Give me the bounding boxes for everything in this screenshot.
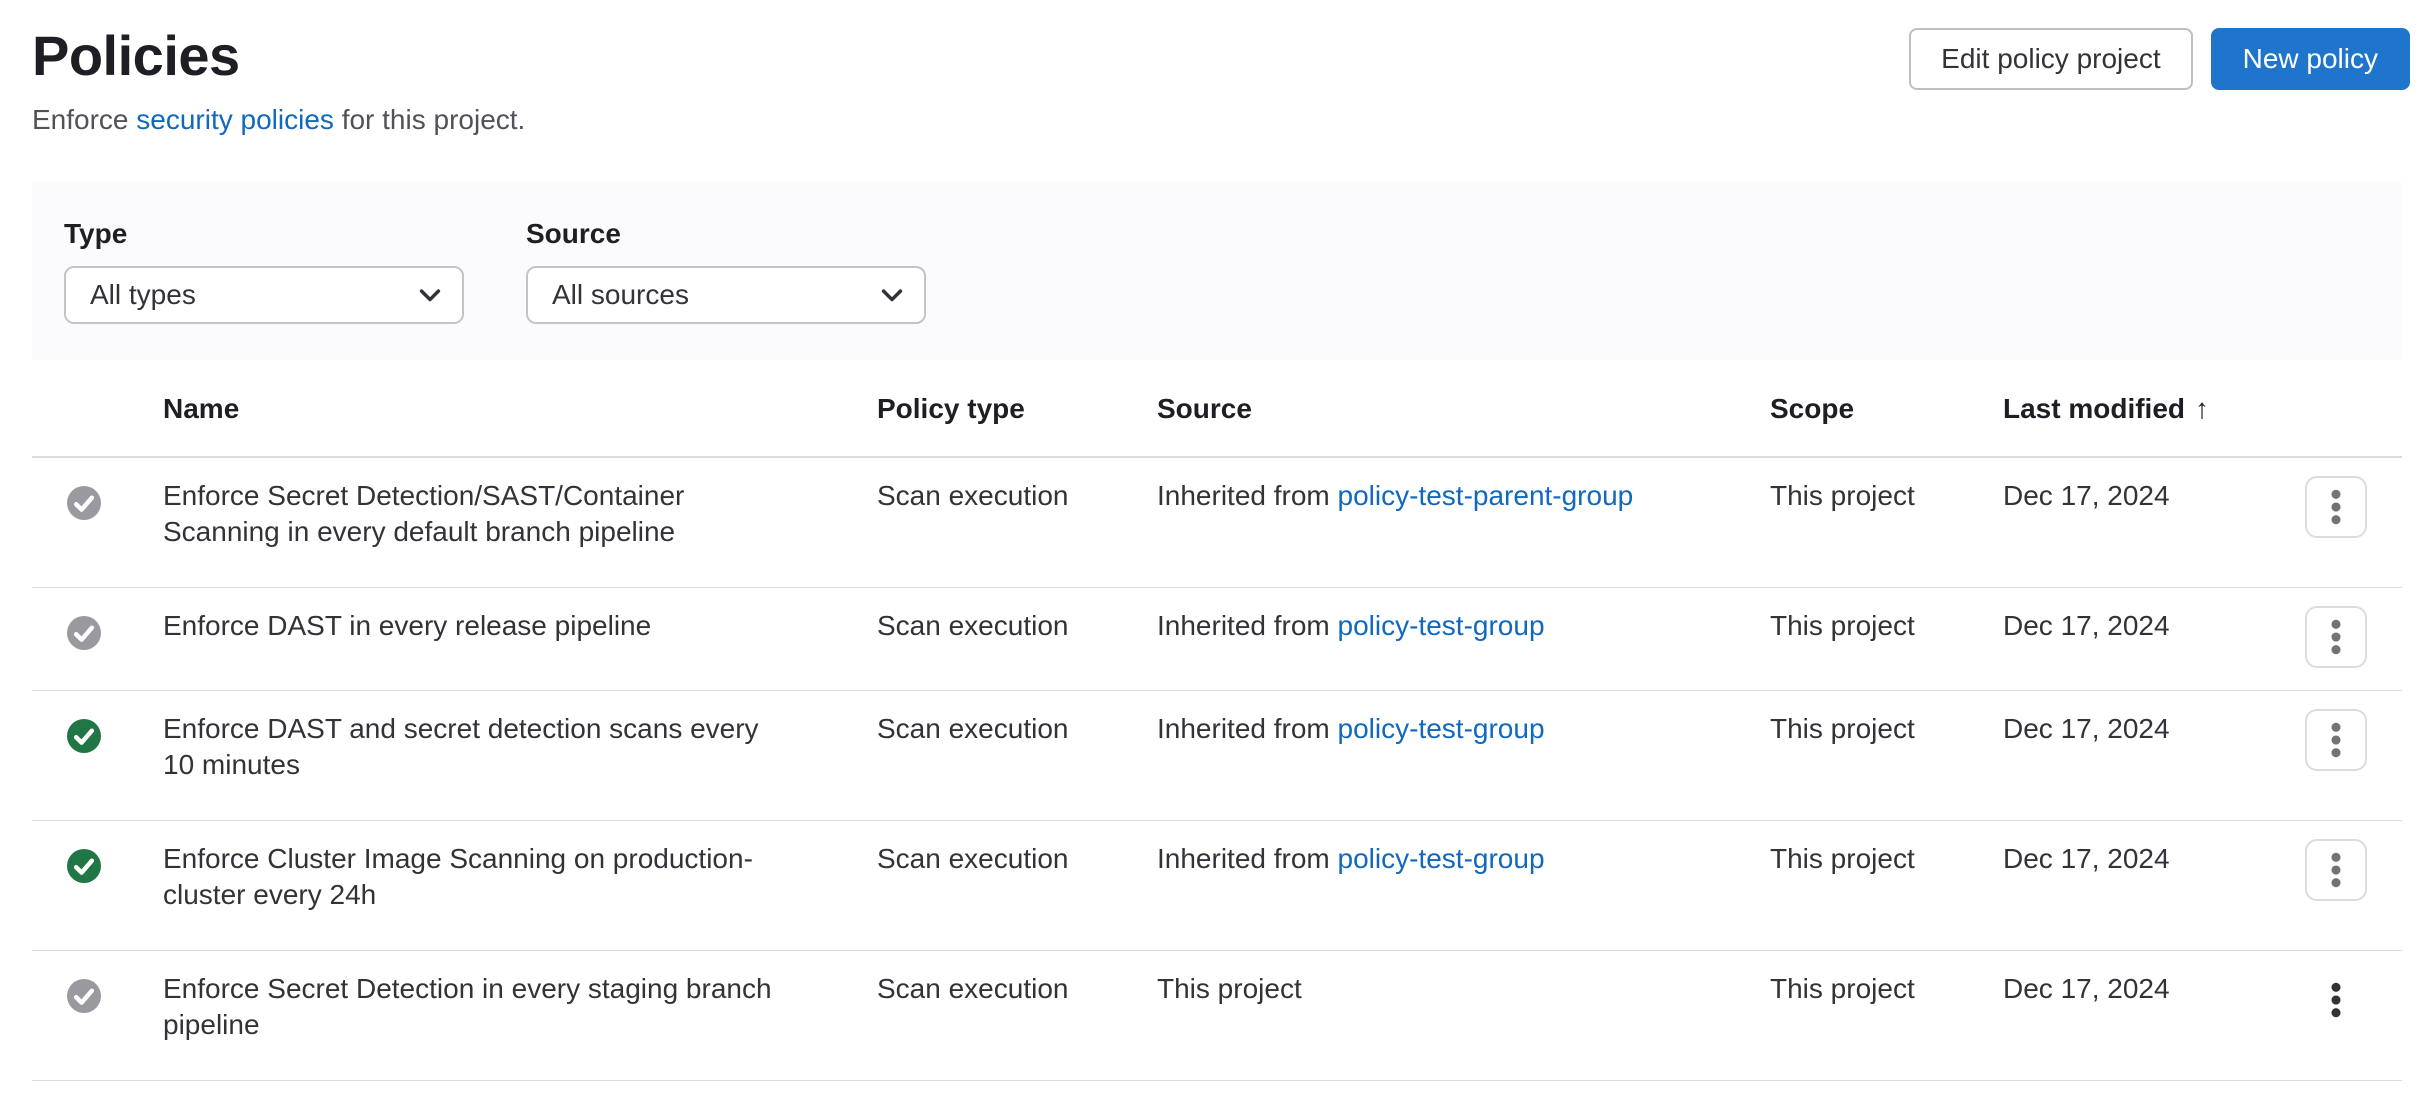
header-last-modified-label: Last modified <box>2003 393 2185 425</box>
table-row: Enforce DAST and secret detection scans … <box>32 691 2402 821</box>
subtitle-text-suffix: for this project. <box>334 104 525 135</box>
policy-name: Enforce DAST in every release pipeline <box>163 588 877 690</box>
source-filter-value: All sources <box>552 279 689 311</box>
policy-name: Enforce Secret Detection/SAST/Container … <box>163 458 877 587</box>
table-header-row: Name Policy type Source Scope Last modif… <box>32 362 2402 458</box>
policies-table: Name Policy type Source Scope Last modif… <box>32 362 2402 1081</box>
policy-scope: This project <box>1770 951 2003 1080</box>
chevron-down-icon <box>416 281 444 309</box>
source-group-link[interactable]: policy-test-group <box>1338 610 1545 641</box>
policy-type: Scan execution <box>877 691 1157 820</box>
page-header: Policies Enforce security policies for t… <box>0 0 2434 139</box>
edit-policy-project-button[interactable]: Edit policy project <box>1909 28 2192 90</box>
policy-type: Scan execution <box>877 588 1157 690</box>
policy-scope: This project <box>1770 458 2003 587</box>
header-actions: Edit policy project New policy <box>1909 28 2410 90</box>
policy-enabled-check-icon <box>67 719 101 753</box>
policy-scope: This project <box>1770 691 2003 820</box>
type-filter-group: Type All types <box>64 216 464 324</box>
source-filter-group: Source All sources <box>526 216 926 324</box>
page-subtitle: Enforce security policies for this proje… <box>32 101 525 139</box>
new-policy-button[interactable]: New policy <box>2211 28 2410 90</box>
subtitle-text-prefix: Enforce <box>32 104 136 135</box>
policy-type: Scan execution <box>877 821 1157 950</box>
policy-actions-kebab-button[interactable] <box>2305 476 2367 538</box>
policy-enabled-check-icon <box>67 849 101 883</box>
policy-scope: This project <box>1770 821 2003 950</box>
page-title: Policies <box>32 22 525 89</box>
policy-scope: This project <box>1770 588 2003 690</box>
policy-actions-kebab-button[interactable] <box>2305 839 2367 901</box>
source-filter-label: Source <box>526 216 926 252</box>
table-row: Enforce Secret Detection/SAST/Container … <box>32 458 2402 588</box>
table-row: Enforce Secret Detection in every stagin… <box>32 951 2402 1081</box>
table-body: Enforce Secret Detection/SAST/Container … <box>32 458 2402 1081</box>
policy-disabled-check-icon <box>67 979 101 1013</box>
source-group-link[interactable]: policy-test-group <box>1338 843 1545 874</box>
header-policy-type[interactable]: Policy type <box>877 393 1157 425</box>
type-filter-label: Type <box>64 216 464 252</box>
page-heading-block: Policies Enforce security policies for t… <box>32 22 525 139</box>
policy-disabled-check-icon <box>67 616 101 650</box>
policy-disabled-check-icon <box>67 486 101 520</box>
chevron-down-icon <box>878 281 906 309</box>
table-row: Enforce Cluster Image Scanning on produc… <box>32 821 2402 951</box>
policy-last-modified: Dec 17, 2024 <box>2003 951 2270 1080</box>
sort-ascending-icon: ↑ <box>2195 393 2209 425</box>
policy-source: Inherited from policy-test-group <box>1157 588 1770 690</box>
type-filter-value: All types <box>90 279 196 311</box>
source-group-link[interactable]: policy-test-group <box>1338 713 1545 744</box>
policy-source: Inherited from policy-test-parent-group <box>1157 458 1770 587</box>
policy-last-modified: Dec 17, 2024 <box>2003 821 2270 950</box>
security-policies-link[interactable]: security policies <box>136 104 334 135</box>
policy-actions-kebab-button[interactable] <box>2305 606 2367 668</box>
policy-type: Scan execution <box>877 951 1157 1080</box>
policy-source: This project <box>1157 951 1770 1080</box>
policy-last-modified: Dec 17, 2024 <box>2003 588 2270 690</box>
policy-name: Enforce Cluster Image Scanning on produc… <box>163 821 877 950</box>
type-filter-dropdown[interactable]: All types <box>64 266 464 324</box>
header-name[interactable]: Name <box>163 393 877 425</box>
policy-name: Enforce Secret Detection in every stagin… <box>163 951 877 1080</box>
header-source[interactable]: Source <box>1157 393 1770 425</box>
policy-source: Inherited from policy-test-group <box>1157 691 1770 820</box>
header-last-modified[interactable]: Last modified ↑ <box>2003 393 2270 425</box>
policy-last-modified: Dec 17, 2024 <box>2003 458 2270 587</box>
source-group-link[interactable]: policy-test-parent-group <box>1338 480 1634 511</box>
filter-bar: Type All types Source All sources <box>32 182 2402 360</box>
table-row: Enforce DAST in every release pipeline S… <box>32 588 2402 691</box>
policy-type: Scan execution <box>877 458 1157 587</box>
source-filter-dropdown[interactable]: All sources <box>526 266 926 324</box>
header-scope[interactable]: Scope <box>1770 393 2003 425</box>
policy-actions-kebab-button[interactable] <box>2305 709 2367 771</box>
policy-name: Enforce DAST and secret detection scans … <box>163 691 877 820</box>
policy-actions-kebab-button[interactable] <box>2305 969 2367 1031</box>
policy-source: Inherited from policy-test-group <box>1157 821 1770 950</box>
policy-last-modified: Dec 17, 2024 <box>2003 691 2270 820</box>
